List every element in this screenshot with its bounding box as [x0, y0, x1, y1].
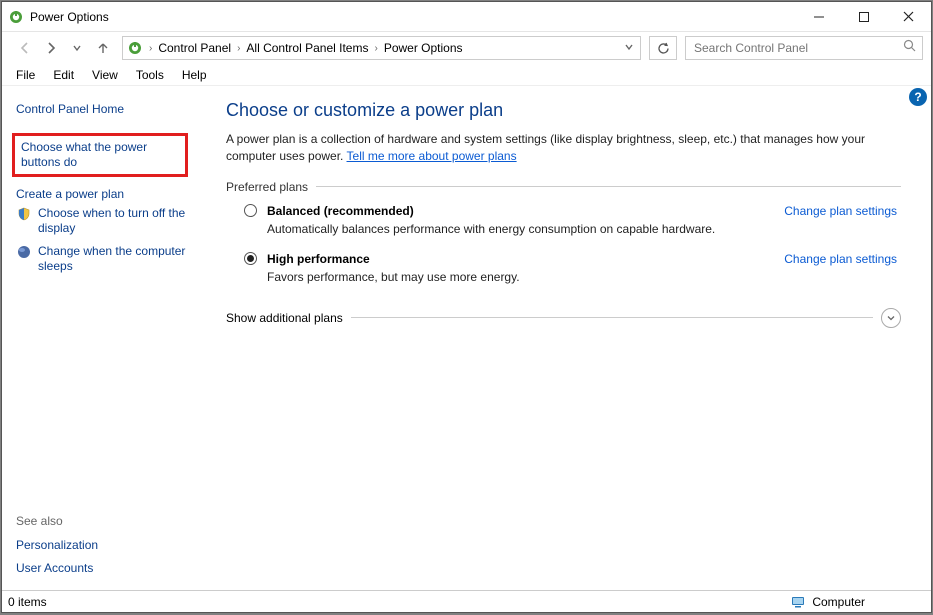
window-title: Power Options	[30, 10, 796, 24]
status-items: 0 items	[8, 595, 47, 609]
address-dropdown-icon[interactable]	[618, 39, 640, 57]
menu-edit[interactable]: Edit	[45, 66, 82, 84]
main-content: ? Choose or customize a power plan A pow…	[212, 86, 931, 590]
chevron-right-icon[interactable]: ›	[147, 43, 154, 54]
breadcrumb-control-panel[interactable]: Control Panel	[154, 39, 235, 57]
address-bar[interactable]: › Control Panel › All Control Panel Item…	[122, 36, 641, 60]
computer-icon	[790, 596, 806, 608]
show-additional-label: Show additional plans	[226, 311, 343, 325]
sidebar: Control Panel Home Choose what the power…	[2, 86, 212, 590]
status-computer: Computer	[812, 595, 925, 609]
change-plan-settings-high-performance[interactable]: Change plan settings	[784, 252, 901, 266]
divider	[351, 317, 873, 318]
minimize-button[interactable]	[796, 2, 841, 31]
maximize-button[interactable]	[841, 2, 886, 31]
sidebar-control-panel-home[interactable]: Control Panel Home	[16, 98, 206, 121]
sidebar-create-plan[interactable]: Create a power plan	[16, 183, 206, 206]
chevron-right-icon[interactable]: ›	[235, 43, 242, 54]
search-icon[interactable]	[903, 39, 916, 57]
search-input[interactable]	[692, 40, 903, 56]
shield-icon	[16, 206, 32, 222]
divider	[316, 186, 901, 187]
menu-view[interactable]: View	[84, 66, 126, 84]
close-button[interactable]	[886, 2, 931, 31]
power-options-icon	[8, 9, 24, 25]
menu-file[interactable]: File	[8, 66, 43, 84]
breadcrumb-all-items[interactable]: All Control Panel Items	[242, 39, 372, 57]
page-description: A power plan is a collection of hardware…	[226, 131, 901, 166]
search-box[interactable]	[685, 36, 923, 60]
location-icon	[127, 40, 143, 56]
show-additional-plans[interactable]: Show additional plans	[226, 308, 901, 328]
plan-high-performance: High performance Change plan settings Fa…	[244, 252, 901, 284]
sidebar-computer-sleeps[interactable]: Change when the computer sleeps	[38, 244, 206, 278]
tell-me-more-link[interactable]: Tell me more about power plans	[347, 149, 517, 163]
plan-balanced: Balanced (recommended) Change plan setti…	[244, 204, 901, 236]
desc-text: A power plan is a collection of hardware…	[226, 132, 865, 163]
sidebar-user-accounts[interactable]: User Accounts	[16, 557, 206, 580]
up-button[interactable]	[92, 37, 114, 59]
change-plan-settings-balanced[interactable]: Change plan settings	[784, 204, 901, 218]
sidebar-choose-buttons[interactable]: Choose what the power buttons do	[21, 140, 179, 170]
plan-high-performance-name: High performance	[267, 252, 370, 266]
title-bar: Power Options	[2, 2, 931, 32]
nav-bar: › Control Panel › All Control Panel Item…	[2, 32, 931, 64]
help-button[interactable]: ?	[909, 88, 927, 106]
recent-dropdown[interactable]	[66, 37, 88, 59]
chevron-down-icon[interactable]	[881, 308, 901, 328]
sidebar-item-highlighted: Choose what the power buttons do	[12, 133, 188, 177]
plan-high-performance-desc: Favors performance, but may use more ene…	[267, 270, 901, 284]
forward-button[interactable]	[40, 37, 62, 59]
sidebar-turn-off-display[interactable]: Choose when to turn off the display	[38, 206, 206, 240]
see-also-label: See also	[16, 514, 206, 528]
preferred-plans-label: Preferred plans	[226, 180, 901, 194]
sidebar-personalization[interactable]: Personalization	[16, 534, 206, 557]
back-button[interactable]	[14, 37, 36, 59]
plan-balanced-desc: Automatically balances performance with …	[267, 222, 901, 236]
radio-high-performance[interactable]	[244, 252, 257, 265]
refresh-button[interactable]	[649, 36, 677, 60]
menu-bar: File Edit View Tools Help	[2, 64, 931, 86]
plan-balanced-name: Balanced (recommended)	[267, 204, 414, 218]
menu-help[interactable]: Help	[174, 66, 215, 84]
page-heading: Choose or customize a power plan	[226, 100, 901, 121]
shield-icon	[16, 244, 32, 260]
status-bar: 0 items Computer	[2, 590, 931, 612]
preferred-plans-text: Preferred plans	[226, 180, 308, 194]
menu-tools[interactable]: Tools	[128, 66, 172, 84]
radio-balanced[interactable]	[244, 204, 257, 217]
breadcrumb-power-options[interactable]: Power Options	[380, 39, 467, 57]
chevron-right-icon[interactable]: ›	[372, 43, 379, 54]
